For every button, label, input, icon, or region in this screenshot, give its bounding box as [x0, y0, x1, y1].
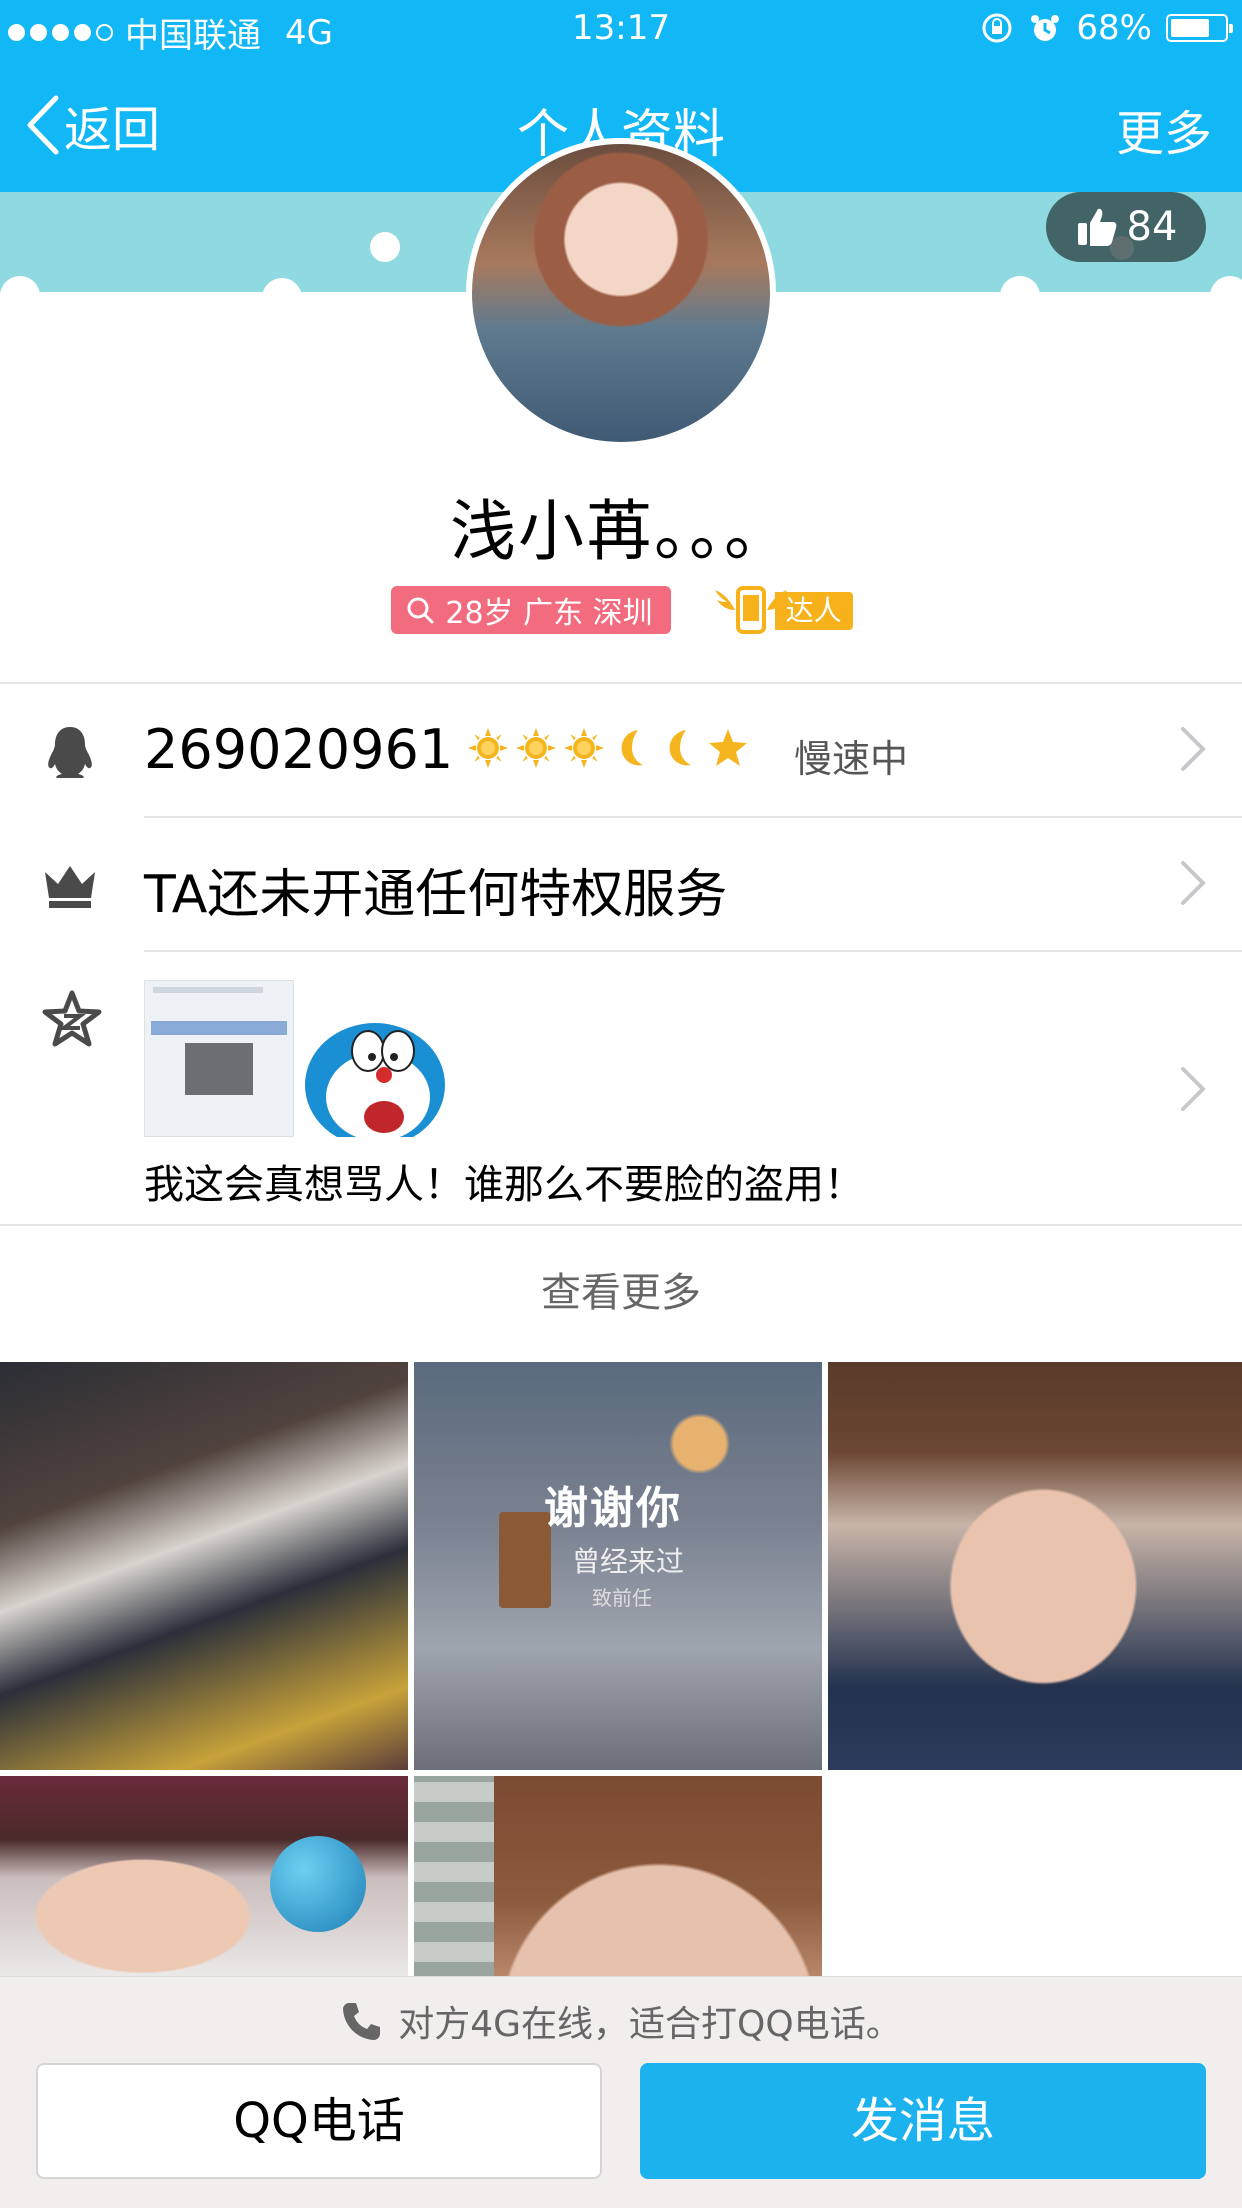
- battery-percent: 68%: [1076, 8, 1152, 48]
- battery-icon: [1166, 14, 1233, 42]
- location-tag-text: 28岁 广东 深圳: [445, 596, 653, 631]
- photo-text-title: 谢谢你: [544, 1483, 682, 1534]
- photo-thumbnail[interactable]: [0, 1776, 408, 2002]
- chevron-right-icon: [1181, 727, 1206, 771]
- phone-icon: [343, 2003, 381, 2040]
- qzone-thumbnail-screenshot[interactable]: [144, 980, 294, 1137]
- photo-text-caption: 致前任: [592, 1586, 652, 1610]
- speed-status: 慢速中: [794, 737, 909, 781]
- more-button[interactable]: 更多: [1116, 94, 1212, 164]
- divider: [0, 1224, 1242, 1226]
- send-message-button[interactable]: 发消息: [640, 2063, 1206, 2179]
- bottom-action-bar: 对方4G在线，适合打QQ电话。 QQ电话 发消息: [0, 1976, 1242, 2208]
- photo-wall: 谢谢你 曾经来过 致前任: [0, 1362, 1242, 2002]
- moon-icon: [621, 730, 643, 766]
- privilege-status: TA还未开通任何特权服务: [144, 865, 728, 925]
- chevron-right-icon: [1181, 861, 1206, 905]
- qq-call-button[interactable]: QQ电话: [36, 2063, 602, 2179]
- chevron-right-icon: [1181, 1067, 1206, 1111]
- see-more-button[interactable]: 查看更多: [0, 1260, 1242, 1318]
- alarm-icon: [1031, 15, 1060, 41]
- like-count: 84: [1126, 204, 1178, 250]
- profile-nickname: 浅小苒。。。: [450, 493, 792, 570]
- sun-icon: [468, 728, 508, 768]
- moon-icon: [669, 730, 691, 766]
- rotation-lock-icon: [982, 13, 1012, 43]
- qzone-star-icon: [42, 990, 102, 1047]
- qzone-post-text: 我这会真想骂人！谁那么不要脸的盗用！: [144, 1162, 864, 1208]
- photo-thumbnail[interactable]: [414, 1776, 822, 2002]
- like-button[interactable]: 84: [1046, 192, 1206, 262]
- photo-thumbnail[interactable]: [0, 1362, 408, 1770]
- photo-thumbnail[interactable]: [828, 1362, 1242, 1770]
- location-tag[interactable]: 28岁 广东 深圳: [391, 586, 671, 634]
- status-bar: 中国联通 4G 13:17 68%: [0, 0, 1242, 60]
- qq-level-icons: [466, 726, 750, 770]
- talent-badge[interactable]: 达人: [711, 580, 853, 640]
- profile-tags: 28岁 广东 深圳 达人: [0, 580, 1242, 640]
- crown-icon: [45, 866, 95, 908]
- avatar[interactable]: [466, 138, 776, 448]
- penguin-icon: [48, 727, 92, 778]
- talent-tag-text: 达人: [774, 592, 853, 630]
- search-person-icon: [407, 597, 434, 624]
- sun-icon: [516, 728, 556, 768]
- call-hint-text: 对方4G在线，适合打QQ电话。: [398, 2004, 902, 2045]
- photo-thumbnail[interactable]: 谢谢你 曾经来过 致前任: [414, 1362, 822, 1770]
- sun-icon: [564, 728, 604, 768]
- call-hint: 对方4G在线，适合打QQ电话。: [0, 1995, 1242, 2047]
- star-icon: [709, 729, 747, 766]
- qzone-thumbnail-doraemon[interactable]: [300, 1005, 450, 1137]
- qq-number: 269020961: [144, 718, 454, 781]
- thumbs-up-icon: [1077, 208, 1116, 246]
- photo-text-subtitle: 曾经来过: [572, 1545, 685, 1578]
